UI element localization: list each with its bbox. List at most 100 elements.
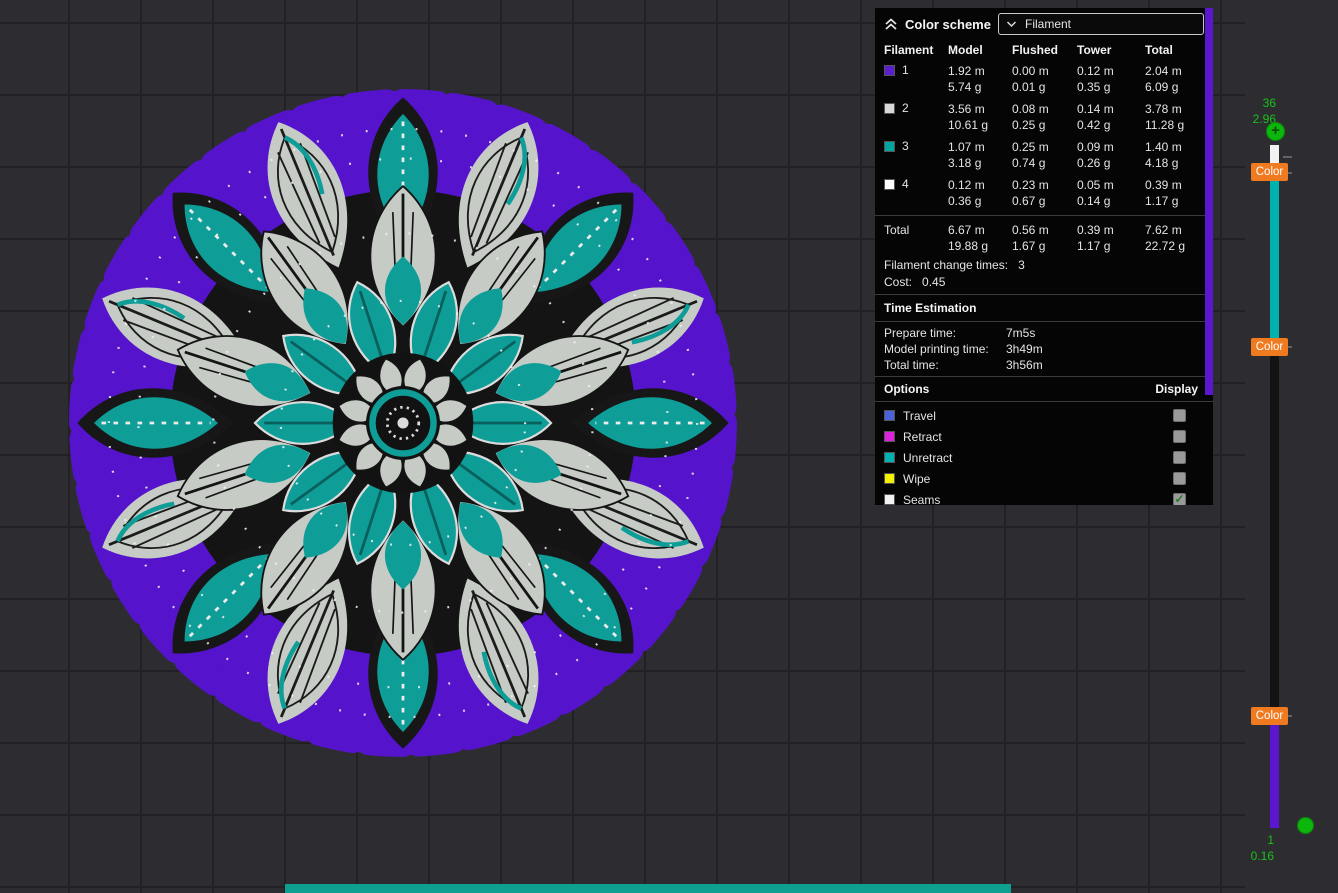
col-filament: Filament: [884, 43, 948, 57]
usage-m: 6.67 m: [948, 222, 1012, 238]
usage-g: 19.88 g: [948, 238, 1012, 254]
change-times-value: 3: [1018, 257, 1025, 274]
layer-slider-track[interactable]: [1270, 145, 1279, 828]
travel-color-swatch: [884, 410, 895, 421]
display-column-title: Display: [1155, 380, 1198, 398]
options-title: Options: [884, 380, 929, 398]
flushed-cell: 0.08 m0.25 g: [1012, 101, 1077, 133]
col-model: Model: [948, 43, 1012, 57]
usage-g: 0.26 g: [1077, 155, 1145, 171]
color-scheme-select[interactable]: Filament: [998, 13, 1204, 35]
usage-g: 11.28 g: [1145, 117, 1204, 133]
tower-cell: 0.05 m0.14 g: [1077, 177, 1145, 209]
flushed-cell: 0.23 m0.67 g: [1012, 177, 1077, 209]
total-label-cell: Total: [884, 222, 948, 238]
filament-id: 2: [902, 101, 909, 115]
usage-g: 1.17 g: [1145, 193, 1204, 209]
filament-cell: 4: [884, 177, 948, 191]
seams-color-swatch: [884, 494, 895, 505]
lower-layer-handle[interactable]: [1297, 817, 1314, 834]
panel-header: Color scheme Filament: [884, 12, 1204, 36]
unretract-label: Unretract: [903, 451, 952, 465]
usage-m: 0.05 m: [1077, 177, 1145, 193]
divider: [875, 321, 1213, 322]
time-estimation-title: Time Estimation: [884, 298, 1204, 318]
model-cell: 0.12 m0.36 g: [948, 177, 1012, 209]
filament-color-swatch: [884, 141, 895, 152]
tower-cell: 0.14 m0.42 g: [1077, 101, 1145, 133]
col-total: Total: [1145, 43, 1204, 57]
filament-row-3: 3 1.07 m3.18 g 0.25 m0.74 g 0.09 m0.26 g…: [884, 136, 1204, 174]
model-cell: 6.67 m19.88 g: [948, 222, 1012, 254]
travel-label: Travel: [903, 409, 936, 423]
total-time-row: Total time: 3h56m: [884, 357, 1204, 373]
total-cell: 7.62 m22.72 g: [1145, 222, 1204, 254]
filament-row-2: 2 3.56 m10.61 g 0.08 m0.25 g 0.14 m0.42 …: [884, 98, 1204, 136]
color-scheme-panel: Color scheme Filament Filament Model Flu…: [875, 8, 1213, 505]
tower-cell: 0.09 m0.26 g: [1077, 139, 1145, 171]
wipe-checkbox[interactable]: [1173, 472, 1186, 485]
option-retract: Retract: [884, 426, 1204, 447]
model-cell: 1.92 m5.74 g: [948, 63, 1012, 95]
total-row: Total 6.67 m19.88 g 0.56 m1.67 g 0.39 m1…: [884, 219, 1204, 257]
bottom-layer-number: 1: [1242, 833, 1274, 847]
usage-m: 1.07 m: [948, 139, 1012, 155]
usage-m: 0.14 m: [1077, 101, 1145, 117]
wipe-color-swatch: [884, 473, 895, 484]
usage-m: 0.25 m: [1012, 139, 1077, 155]
usage-g: 0.14 g: [1077, 193, 1145, 209]
travel-checkbox[interactable]: [1173, 409, 1186, 422]
usage-m: 1.40 m: [1145, 139, 1204, 155]
unretract-checkbox[interactable]: [1173, 451, 1186, 464]
panel-title: Color scheme: [905, 17, 991, 32]
col-tower: Tower: [1077, 43, 1145, 57]
model-cell: 3.56 m10.61 g: [948, 101, 1012, 133]
add-color-change-button[interactable]: +: [1266, 122, 1285, 141]
filament-color-swatch: [884, 103, 895, 114]
total-cell: 0.39 m1.17 g: [1145, 177, 1204, 209]
usage-m: 1.92 m: [948, 63, 1012, 79]
filament-id: 4: [902, 177, 909, 191]
color-change-marker-1[interactable]: Color: [1251, 163, 1288, 181]
panel-scrollbar[interactable]: [1205, 8, 1213, 395]
usage-g: 0.25 g: [1012, 117, 1077, 133]
layer-segment-teal: [1270, 171, 1279, 347]
model-cell: 1.07 m3.18 g: [948, 139, 1012, 171]
move-range-slider[interactable]: [285, 884, 1011, 893]
filament-cell: 2: [884, 101, 948, 115]
option-seams: Seams ✓: [884, 489, 1204, 505]
usage-m: 0.08 m: [1012, 101, 1077, 117]
color-change-marker-2[interactable]: Color: [1251, 338, 1288, 356]
layer-segment-dark: [1270, 347, 1279, 716]
usage-g: 5.74 g: [948, 79, 1012, 95]
retract-checkbox[interactable]: [1173, 430, 1186, 443]
color-change-marker-3[interactable]: Color: [1251, 707, 1288, 725]
prepare-time-label: Prepare time:: [884, 325, 1006, 341]
flushed-cell: 0.25 m0.74 g: [1012, 139, 1077, 171]
flushed-cell: 0.00 m0.01 g: [1012, 63, 1077, 95]
cost-label: Cost:: [884, 274, 912, 291]
seams-checkbox[interactable]: ✓: [1173, 493, 1186, 505]
usage-g: 3.18 g: [948, 155, 1012, 171]
filament-row-4: 4 0.12 m0.36 g 0.23 m0.67 g 0.05 m0.14 g…: [884, 174, 1204, 212]
bottom-layer-height: 0.16: [1242, 849, 1274, 863]
usage-m: 3.56 m: [948, 101, 1012, 117]
change-times-label: Filament change times:: [884, 257, 1008, 274]
usage-g: 1.17 g: [1077, 238, 1145, 254]
usage-g: 6.09 g: [1145, 79, 1204, 95]
model-preview[interactable]: [33, 53, 773, 793]
total-time-label: Total time:: [884, 357, 1006, 373]
divider: [875, 215, 1213, 216]
usage-m: 0.12 m: [948, 177, 1012, 193]
usage-m: 0.12 m: [1077, 63, 1145, 79]
collapse-panel-icon[interactable]: [884, 18, 898, 30]
divider: [875, 401, 1213, 402]
unretract-color-swatch: [884, 452, 895, 463]
flushed-cell: 0.56 m1.67 g: [1012, 222, 1077, 254]
filament-row-1: 1 1.92 m5.74 g 0.00 m0.01 g 0.12 m0.35 g…: [884, 60, 1204, 98]
usage-g: 0.67 g: [1012, 193, 1077, 209]
prepare-time-value: 7m5s: [1006, 325, 1204, 341]
divider: [875, 376, 1213, 377]
model-printing-time-label: Model printing time:: [884, 341, 1006, 357]
usage-g: 1.67 g: [1012, 238, 1077, 254]
